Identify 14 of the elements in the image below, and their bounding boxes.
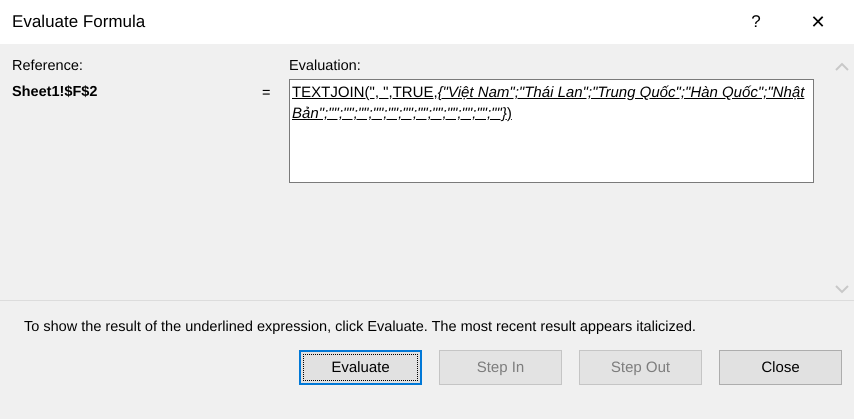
evaluation-text: TEXTJOIN(", ",TRUE,{"Việt Nam";"Thái Lan";"Trung Quốc";"Hàn Quốc";"Nhật Bản";"";"";"";"";"";"";"";"";"";"";"";""}) [292,84,804,122]
window-title: Evaluate Formula [12,12,146,32]
scroll-down-icon[interactable] [835,285,849,294]
reference-label: Reference: [12,58,84,74]
evaluation-label: Evaluation: [289,58,362,74]
evaluation-field[interactable]: TEXTJOIN(", ",TRUE,{"Việt Nam";"Thái Lan";"Trung Quốc";"Hàn Quốc";"Nhật Bản";"";"";"";"";"";"";"";"";"";"";"";""}) [289,79,814,183]
reference-value: Sheet1!$F$2 [12,84,98,100]
instruction-text: To show the result of the underlined expression, click Evaluate. The most recent result appears italicized. [23,318,697,337]
equals-sign: = [262,85,270,101]
dialog-button[interactable]: Evaluate [299,350,422,385]
dialog-button[interactable]: Close [719,350,842,385]
scroll-up-icon[interactable] [835,62,849,71]
close-button[interactable]: ✕ [798,11,838,33]
help-button[interactable]: ? [736,12,776,32]
